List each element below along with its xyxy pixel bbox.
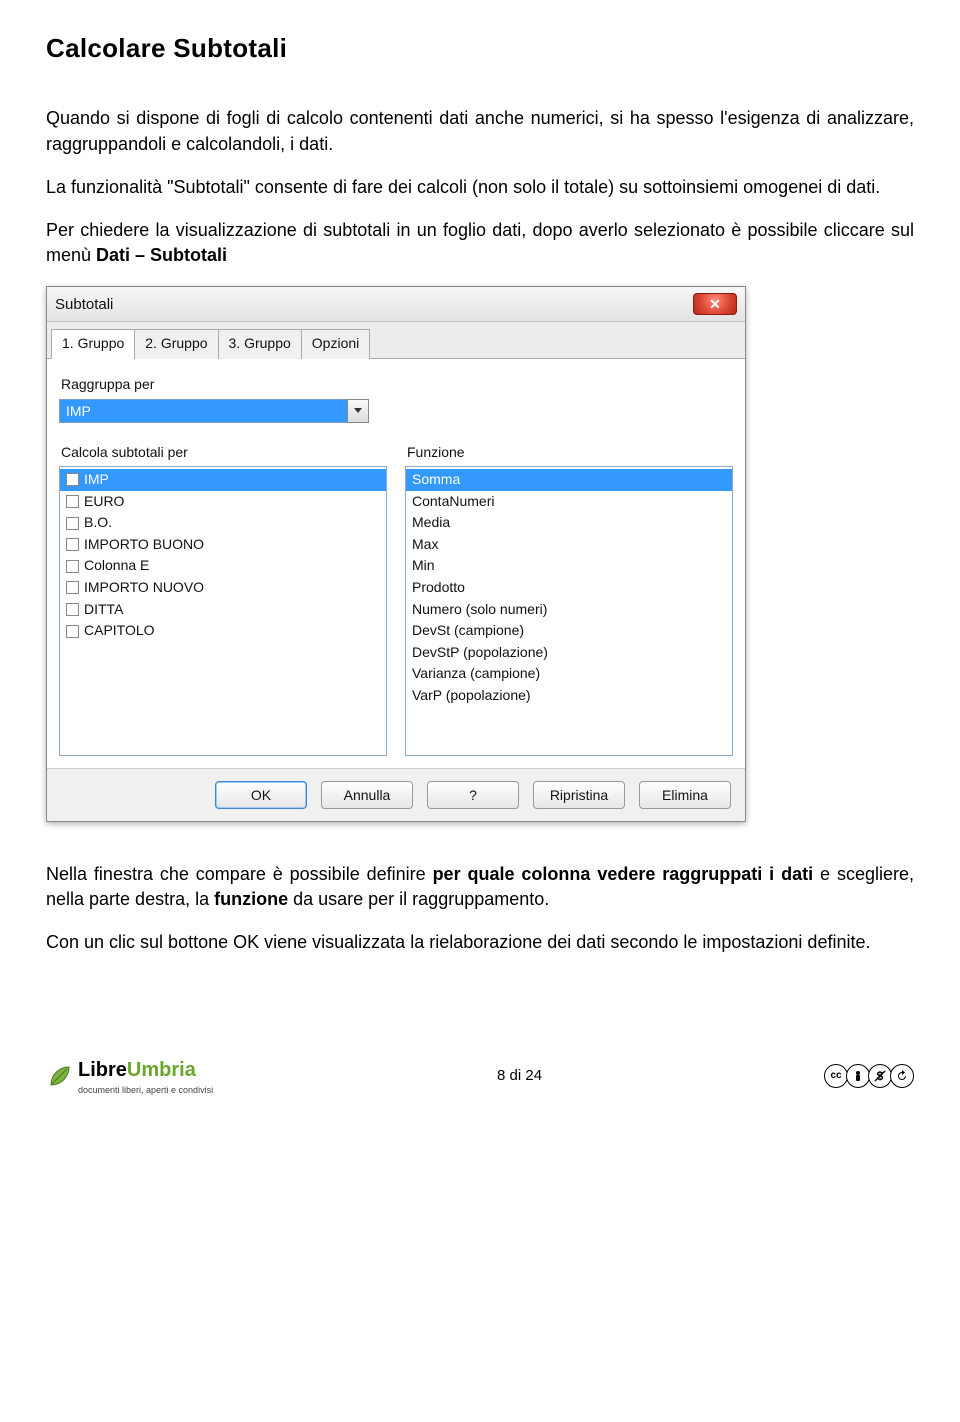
logo-text-b: Umbria: [127, 1059, 196, 1081]
ok-button[interactable]: OK: [215, 781, 307, 809]
intro-para-1: Quando si dispone di fogli di calcolo co…: [46, 106, 914, 156]
explain-1b: per quale colonna vedere raggruppati i d…: [433, 864, 814, 884]
function-item[interactable]: ContaNumeri: [406, 491, 732, 513]
intro-para-3: Per chiedere la visualizzazione di subto…: [46, 218, 914, 268]
explain-1e: da usare per il raggruppamento.: [288, 889, 549, 909]
page-title: Calcolare Subtotali: [46, 30, 914, 66]
cancel-button[interactable]: Annulla: [321, 781, 413, 809]
calc-item[interactable]: IMPORTO BUONO: [60, 534, 386, 556]
explain-1d: funzione: [214, 889, 288, 909]
close-icon: ✕: [709, 295, 721, 315]
dialog-button-row: OK Annulla ? Ripristina Elimina: [47, 768, 745, 821]
calc-item-label: DITTA: [84, 600, 123, 620]
calc-item-label: CAPITOLO: [84, 621, 155, 641]
group-by-value: IMP: [59, 399, 347, 423]
libreumbria-logo: LibreUmbria documenti liberi, aperti e c…: [46, 1056, 213, 1097]
dialog-titlebar: Subtotali ✕: [47, 287, 745, 322]
calc-item-label: EURO: [84, 492, 124, 512]
explain-1a: Nella finestra che compare è possibile d…: [46, 864, 433, 884]
tab-group-2[interactable]: 2. Gruppo: [134, 329, 218, 359]
calc-item-label: IMPORTO NUOVO: [84, 578, 204, 598]
function-item[interactable]: Numero (solo numeri): [406, 599, 732, 621]
checkbox-icon[interactable]: [66, 581, 79, 594]
leaf-icon: [46, 1062, 74, 1090]
sa-icon: [890, 1064, 914, 1088]
function-item[interactable]: Varianza (campione): [406, 663, 732, 685]
checkbox-icon[interactable]: [66, 495, 79, 508]
dialog-screenshot: Subtotali ✕ 1. Gruppo 2. Gruppo 3. Grupp…: [46, 286, 914, 822]
calc-item-label: IMP: [84, 470, 109, 490]
logo-text-a: Libre: [78, 1059, 127, 1081]
calc-subtotals-label: Calcola subtotali per: [61, 443, 387, 463]
tab-panel: Raggruppa per IMP Calcola subtotali per …: [47, 359, 745, 768]
checkbox-icon[interactable]: [66, 538, 79, 551]
checkbox-icon[interactable]: [66, 603, 79, 616]
checkbox-icon[interactable]: [66, 517, 79, 530]
chevron-down-icon: [354, 408, 362, 413]
calc-item-label: Colonna E: [84, 556, 149, 576]
intro-para-2: La funzionalità "Subtotali" consente di …: [46, 175, 914, 200]
function-item[interactable]: Somma: [406, 469, 732, 491]
nc-icon: $: [868, 1064, 892, 1088]
calc-item-label: IMPORTO BUONO: [84, 535, 204, 555]
function-item[interactable]: Min: [406, 555, 732, 577]
page-footer: LibreUmbria documenti liberi, aperti e c…: [46, 1056, 914, 1097]
function-item[interactable]: VarP (popolazione): [406, 685, 732, 707]
page-number: 8 di 24: [497, 1065, 542, 1086]
logo-tagline: documenti liberi, aperti e condivisi: [78, 1084, 213, 1097]
checkbox-icon[interactable]: [66, 473, 79, 486]
cc-icon: cc: [824, 1064, 848, 1088]
calc-item[interactable]: B.O.: [60, 512, 386, 534]
tab-strip: 1. Gruppo 2. Gruppo 3. Gruppo Opzioni: [47, 322, 745, 359]
group-by-combobox[interactable]: IMP: [59, 399, 369, 423]
function-item[interactable]: DevStP (popolazione): [406, 642, 732, 664]
checkbox-icon[interactable]: [66, 625, 79, 638]
calc-item[interactable]: EURO: [60, 491, 386, 513]
delete-button[interactable]: Elimina: [639, 781, 731, 809]
tab-group-3[interactable]: 3. Gruppo: [218, 329, 302, 359]
checkbox-icon[interactable]: [66, 560, 79, 573]
calc-item[interactable]: IMPORTO NUOVO: [60, 577, 386, 599]
function-item[interactable]: Max: [406, 534, 732, 556]
explain-para-1: Nella finestra che compare è possibile d…: [46, 862, 914, 912]
calc-subtotals-listbox[interactable]: IMPEUROB.O.IMPORTO BUONOColonna EIMPORTO…: [59, 466, 387, 756]
reset-button[interactable]: Ripristina: [533, 781, 625, 809]
function-item[interactable]: Media: [406, 512, 732, 534]
menu-path: Dati – Subtotali: [96, 245, 227, 265]
dialog-title: Subtotali: [55, 294, 113, 315]
group-by-label: Raggruppa per: [61, 375, 733, 395]
close-button[interactable]: ✕: [693, 293, 737, 315]
tab-group-1[interactable]: 1. Gruppo: [51, 329, 135, 359]
calc-item-label: B.O.: [84, 513, 112, 533]
function-listbox[interactable]: SommaContaNumeriMediaMaxMinProdottoNumer…: [405, 466, 733, 756]
calc-item[interactable]: Colonna E: [60, 555, 386, 577]
cc-license-badges: cc $: [826, 1064, 914, 1088]
group-by-dropdown-button[interactable]: [347, 399, 369, 423]
by-icon: [846, 1064, 870, 1088]
calc-item[interactable]: CAPITOLO: [60, 620, 386, 642]
function-item[interactable]: Prodotto: [406, 577, 732, 599]
calc-item[interactable]: DITTA: [60, 599, 386, 621]
help-button[interactable]: ?: [427, 781, 519, 809]
explain-para-2: Con un clic sul bottone OK viene visuali…: [46, 930, 914, 955]
tab-options[interactable]: Opzioni: [301, 329, 370, 359]
logo-text: LibreUmbria: [78, 1056, 213, 1084]
function-item[interactable]: DevSt (campione): [406, 620, 732, 642]
calc-item[interactable]: IMP: [60, 469, 386, 491]
function-label: Funzione: [407, 443, 733, 463]
subtotali-dialog: Subtotali ✕ 1. Gruppo 2. Gruppo 3. Grupp…: [46, 286, 746, 822]
